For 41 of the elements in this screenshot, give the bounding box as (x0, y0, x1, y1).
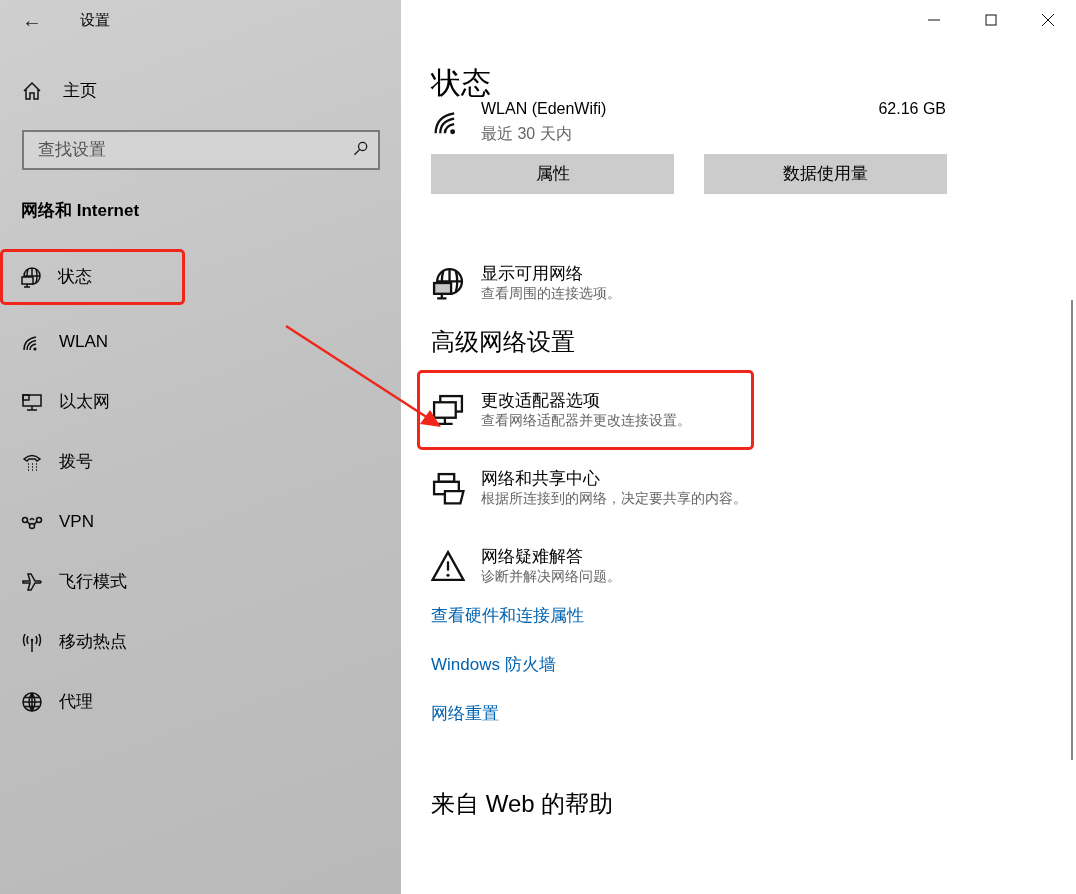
sidebar-item[interactable]: 状态 (3, 252, 182, 302)
back-button[interactable]: ← (22, 10, 42, 30)
section-heading: 网络和 Internet (20, 200, 141, 222)
scrollbar[interactable] (1071, 300, 1073, 760)
link[interactable]: 查看硬件和连接属性 (431, 602, 1076, 652)
settings-option[interactable]: 网络疑难解答 诊断并解决网络问题。 (431, 526, 1076, 605)
airplane-icon (21, 571, 43, 593)
sidebar-item[interactable]: WLAN (0, 312, 381, 372)
monitor-icon (431, 392, 465, 427)
usage-period: 最近 30 天内 (481, 123, 573, 144)
data-amount: 62.16 GB (878, 100, 946, 118)
settings-option[interactable]: 更改适配器选项 查看网络适配器并更改连接设置。 (420, 372, 751, 447)
antenna-icon (21, 631, 43, 653)
sidebar-item[interactable]: 代理 (0, 672, 381, 732)
minimize-icon (927, 19, 940, 21)
globe-monitor-icon (20, 266, 42, 288)
sidebar-item[interactable]: VPN (0, 492, 381, 552)
globe-icon (21, 691, 43, 713)
sidebar-item[interactable]: 以太网 (0, 372, 381, 432)
sidebar-item[interactable]: 主页 (63, 78, 97, 104)
warning-icon (431, 548, 465, 583)
printer-folder-icon (431, 470, 465, 505)
window-title: 设置 (80, 9, 110, 30)
home-icon (21, 80, 43, 102)
network-name: WLAN (EdenWifi) (481, 100, 607, 118)
monitor-icon (21, 391, 43, 413)
sidebar-item[interactable]: 拨号 (0, 432, 381, 492)
action-button[interactable]: 数据使用量 (704, 154, 947, 194)
globe-monitor-icon (431, 266, 465, 300)
page-title: 状态 (431, 68, 492, 98)
action-button[interactable]: 属性 (431, 154, 674, 194)
link[interactable]: Windows 防火墙 (431, 651, 1076, 701)
sidebar-item[interactable]: 飞行模式 (0, 552, 381, 612)
settings-option[interactable]: 显示可用网络 查看周围的连接选项。 (431, 244, 1076, 322)
sidebar-item[interactable]: 移动热点 (0, 612, 381, 672)
section-heading: 高级网络设置 (431, 328, 576, 357)
search-field[interactable]: 查找设置 (22, 130, 380, 170)
settings-option[interactable]: 网络和共享中心 根据所连接到的网络，决定要共享的内容。 (431, 448, 1076, 527)
search-icon (352, 140, 370, 158)
section-heading: 来自 Web 的帮助 (431, 789, 615, 819)
link[interactable]: 网络重置 (431, 700, 1076, 750)
